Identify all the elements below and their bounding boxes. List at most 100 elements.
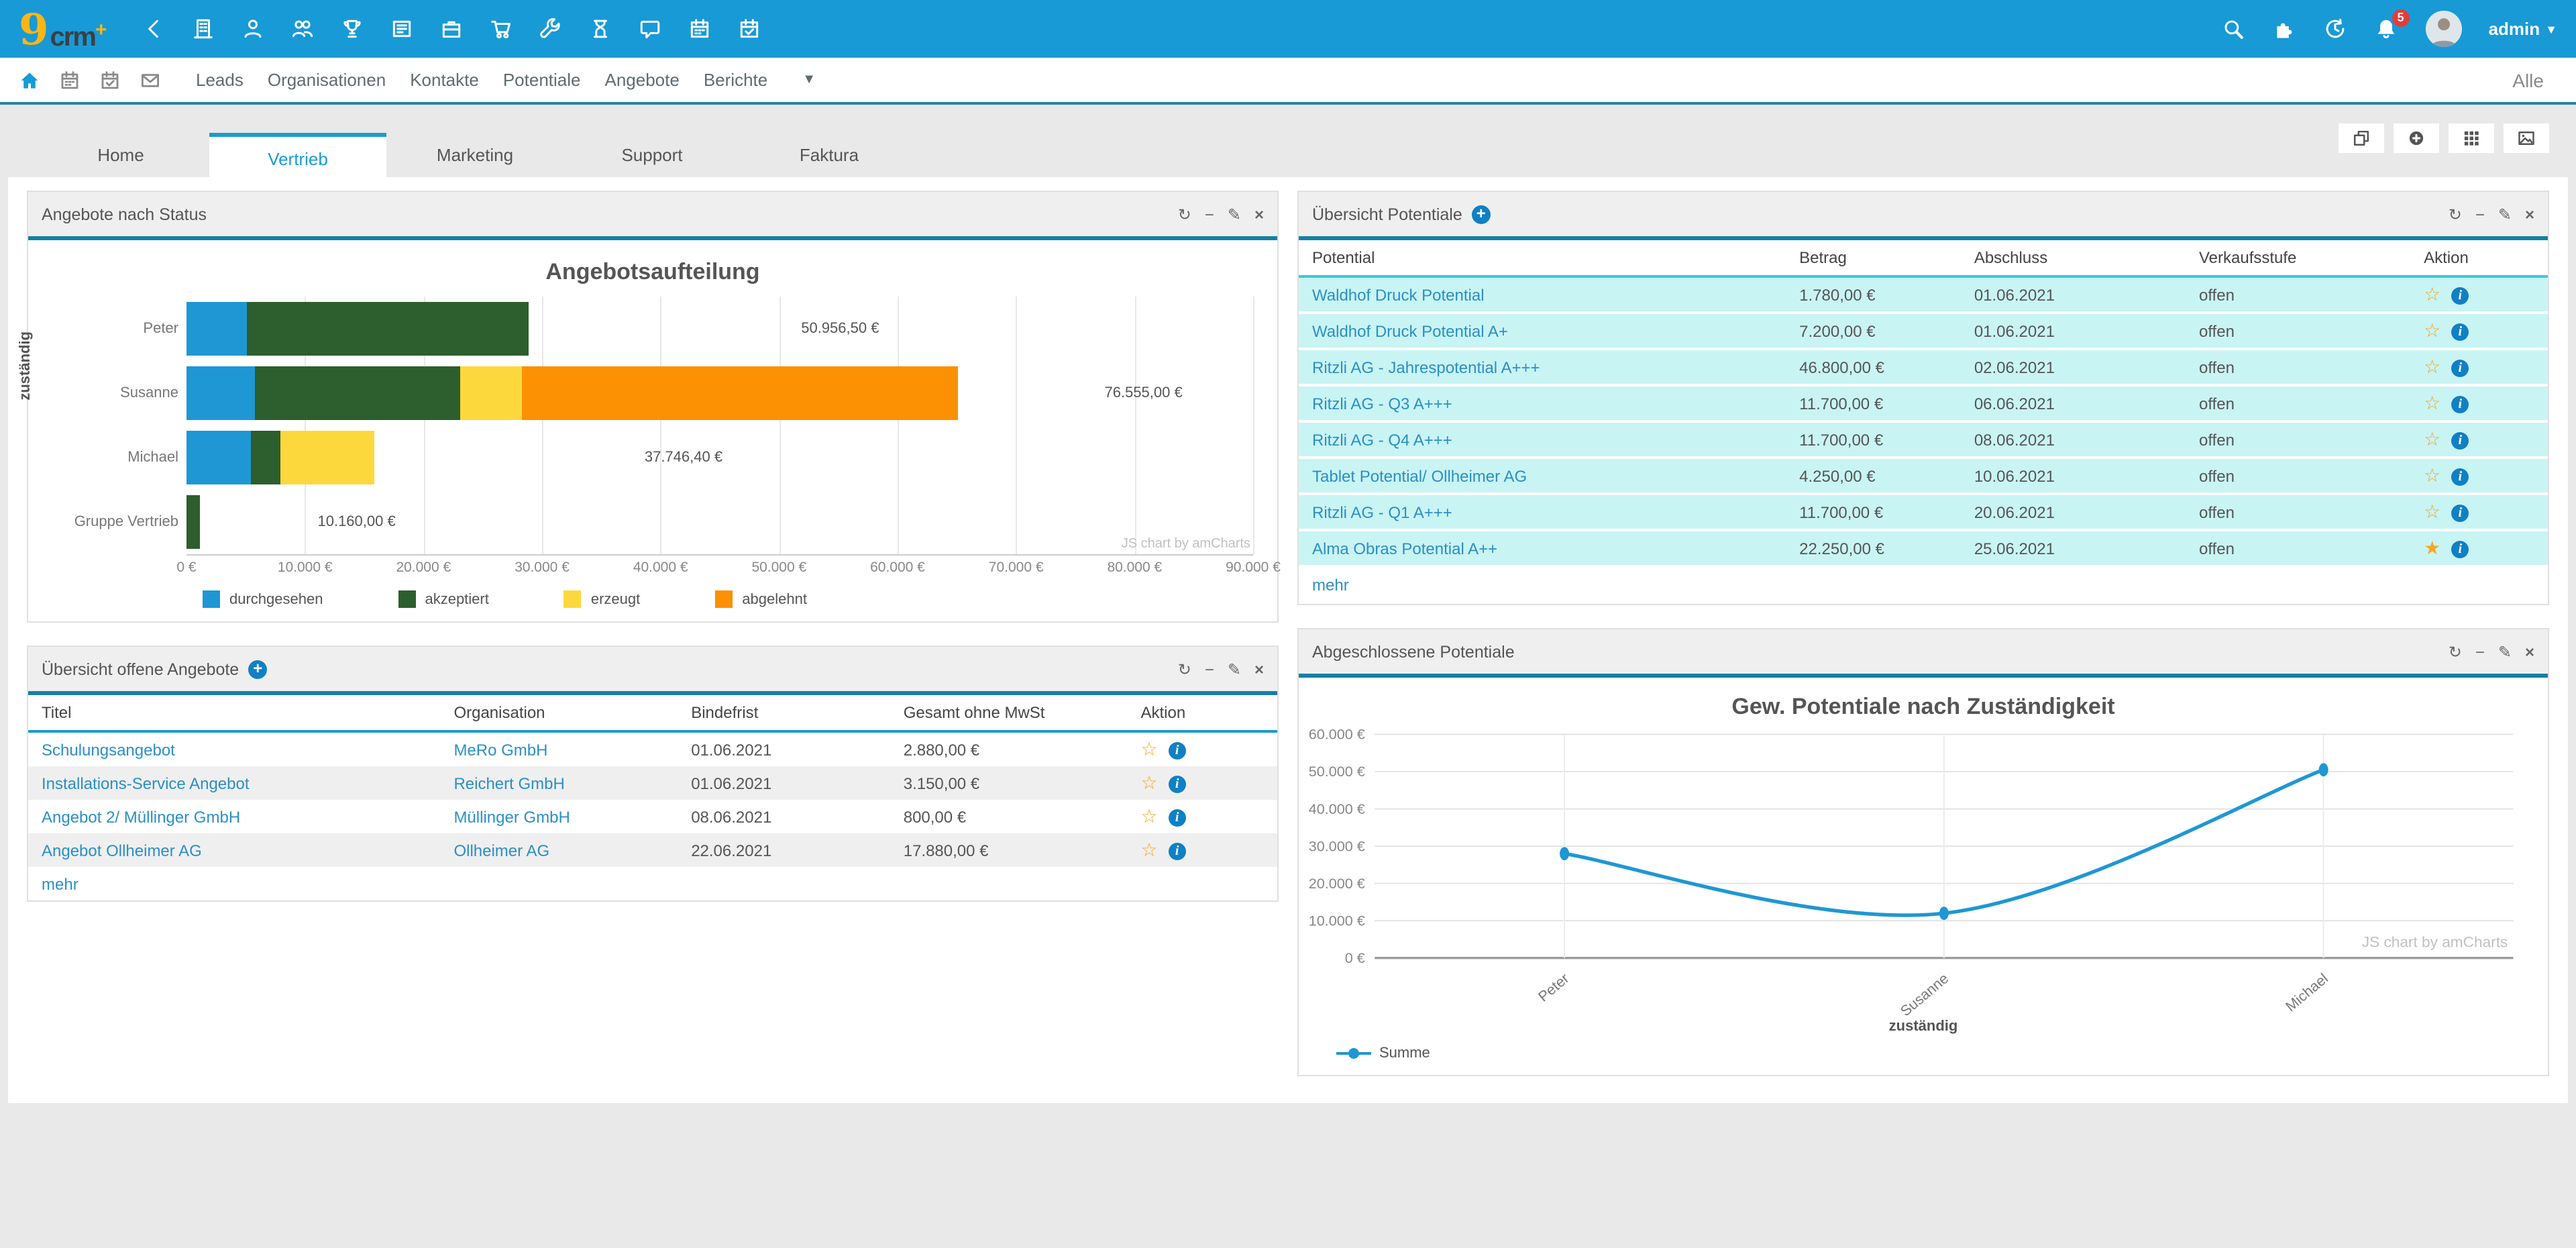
organisation-link[interactable]: Reichert GmbH <box>453 774 564 792</box>
nav-link-leads[interactable]: Leads <box>184 70 256 90</box>
star-icon[interactable]: ☆ <box>2424 428 2440 450</box>
building-icon[interactable] <box>191 17 215 41</box>
mehr-link[interactable]: mehr <box>1312 575 1349 594</box>
bar-segment-akzeptiert[interactable] <box>250 431 281 484</box>
nav-more-caret-icon[interactable]: ▼ <box>802 72 816 87</box>
bar-segment-akzeptiert[interactable] <box>247 302 529 356</box>
tab-vertrieb[interactable]: Vertrieb <box>209 133 386 177</box>
tab-home[interactable]: Home <box>32 133 209 177</box>
info-icon[interactable]: i <box>2451 287 2469 305</box>
cart-icon[interactable] <box>489 17 513 41</box>
info-icon[interactable]: i <box>2451 432 2469 450</box>
info-icon[interactable]: i <box>2451 468 2469 486</box>
refresh-icon[interactable]: ↻ <box>1178 661 1191 677</box>
potential-link[interactable]: Alma Obras Potential A++ <box>1312 539 1497 558</box>
calendar-icon[interactable] <box>59 69 80 91</box>
hourglass-icon[interactable] <box>588 17 612 41</box>
refresh-icon[interactable]: ↻ <box>1178 206 1191 222</box>
potential-link[interactable]: Ritzli AG - Q3 A+++ <box>1312 394 1452 413</box>
mehr-link[interactable]: mehr <box>42 874 78 893</box>
add-icon[interactable]: + <box>248 659 268 678</box>
nav-link-berichte[interactable]: Berichte <box>692 70 780 90</box>
legend-item-abgelehnt[interactable]: abgelehnt <box>715 590 807 608</box>
info-icon[interactable]: i <box>2451 360 2469 378</box>
star-icon[interactable]: ☆ <box>2424 392 2440 413</box>
filter-alle[interactable]: Alle <box>2512 69 2557 91</box>
nav-link-kontakte[interactable]: Kontakte <box>398 70 491 90</box>
refresh-icon[interactable]: ↻ <box>2449 643 2462 660</box>
organisation-link[interactable]: Ollheimer AG <box>453 841 549 860</box>
angebot-link[interactable]: Installations-Service Angebot <box>42 774 250 792</box>
avatar[interactable] <box>2425 11 2462 47</box>
edit-icon[interactable]: ✎ <box>2498 206 2512 222</box>
star-icon[interactable]: ☆ <box>1140 805 1157 827</box>
info-icon[interactable]: i <box>2451 323 2469 342</box>
trophy-icon[interactable] <box>340 17 364 41</box>
star-icon[interactable]: ☆ <box>2424 283 2440 305</box>
calendar-icon[interactable] <box>688 17 712 41</box>
angebot-link[interactable]: Angebot 2/ Müllinger GmbH <box>42 807 240 826</box>
history-icon[interactable] <box>2324 17 2348 41</box>
line-point-michael[interactable] <box>2318 763 2328 777</box>
star-icon[interactable]: ☆ <box>2424 501 2440 522</box>
info-icon[interactable]: i <box>1168 742 1186 760</box>
image-button[interactable] <box>2504 123 2549 153</box>
nav-link-angebote[interactable]: Angebote <box>593 70 692 90</box>
line-point-peter[interactable] <box>1560 847 1570 861</box>
tab-support[interactable]: Support <box>564 133 741 177</box>
edit-icon[interactable]: ✎ <box>2498 643 2512 660</box>
info-icon[interactable]: i <box>1168 843 1186 861</box>
star-icon[interactable]: ☆ <box>1140 772 1157 793</box>
info-icon[interactable]: i <box>1168 776 1186 794</box>
nav-link-organisationen[interactable]: Organisationen <box>256 70 398 90</box>
minimize-icon[interactable]: − <box>2475 643 2485 660</box>
legend-item-akzeptiert[interactable]: akzeptiert <box>398 590 489 608</box>
plus-circle-button[interactable] <box>2394 123 2439 153</box>
tab-faktura[interactable]: Faktura <box>741 133 918 177</box>
potential-link[interactable]: Tablet Potential/ Ollheimer AG <box>1312 466 1527 485</box>
edit-icon[interactable]: ✎ <box>1228 661 1241 677</box>
minimize-icon[interactable]: − <box>1205 206 1214 222</box>
bar-segment-durchgesehen[interactable] <box>186 366 256 420</box>
close-icon[interactable]: × <box>2525 206 2534 222</box>
organisation-link[interactable]: Müllinger GmbH <box>453 807 570 826</box>
calendar-check-icon[interactable] <box>99 69 121 91</box>
copy-button[interactable] <box>2339 123 2384 153</box>
minimize-icon[interactable]: − <box>1205 661 1214 677</box>
info-icon[interactable]: i <box>1168 809 1186 827</box>
line-point-susanne[interactable] <box>1939 906 1949 920</box>
briefcase-icon[interactable] <box>439 17 464 41</box>
info-icon[interactable]: i <box>2451 505 2469 523</box>
info-icon[interactable]: i <box>2451 396 2469 414</box>
bar-segment-erzeugt[interactable] <box>460 366 522 420</box>
add-icon[interactable]: + <box>1471 204 1491 223</box>
organisation-link[interactable]: MeRo GmbH <box>453 740 547 759</box>
info-icon[interactable]: i <box>2451 541 2469 559</box>
star-icon[interactable]: ☆ <box>2424 356 2440 377</box>
potential-link[interactable]: Waldhof Druck Potential <box>1312 285 1485 304</box>
calendar-check-icon[interactable] <box>737 17 761 41</box>
star-icon[interactable]: ☆ <box>1140 738 1157 760</box>
wrench-icon[interactable] <box>539 17 563 41</box>
search-icon[interactable] <box>2222 17 2246 41</box>
legend-item-erzeugt[interactable]: erzeugt <box>564 590 640 608</box>
close-icon[interactable]: × <box>2525 643 2534 660</box>
potential-link[interactable]: Waldhof Druck Potential A+ <box>1312 321 1508 340</box>
bar-segment-durchgesehen[interactable] <box>186 302 247 356</box>
potential-link[interactable]: Ritzli AG - Q1 A+++ <box>1312 503 1452 521</box>
bar-segment-akzeptiert[interactable] <box>255 366 461 420</box>
logo[interactable]: 9 crm + <box>19 7 107 50</box>
news-icon[interactable] <box>390 17 414 41</box>
minimize-icon[interactable]: − <box>2475 206 2485 222</box>
bar-segment-erzeugt[interactable] <box>280 431 374 484</box>
potential-link[interactable]: Ritzli AG - Q4 A+++ <box>1312 430 1452 449</box>
puzzle-icon[interactable] <box>2273 17 2297 41</box>
tab-marketing[interactable]: Marketing <box>386 133 564 177</box>
nav-link-potentiale[interactable]: Potentiale <box>491 70 593 90</box>
star-icon[interactable]: ☆ <box>1140 839 1157 860</box>
refresh-icon[interactable]: ↻ <box>2449 206 2462 222</box>
home-icon[interactable] <box>19 69 40 91</box>
bar-segment-durchgesehen[interactable] <box>186 431 251 484</box>
users-icon[interactable] <box>290 17 315 41</box>
grid-button[interactable] <box>2449 123 2494 153</box>
